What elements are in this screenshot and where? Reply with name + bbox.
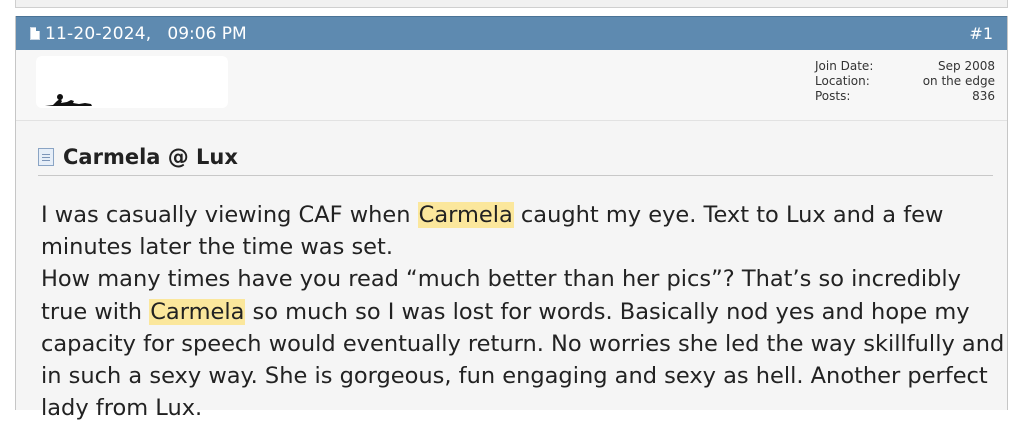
location-label: Location: [815,74,870,88]
post-number-link[interactable]: #1 [969,24,1007,43]
post-title: Carmela @ Lux [63,145,238,169]
post-header: 11-20-2024, 09:06 PM #1 [16,16,1007,50]
message-text: I was casually viewing CAF when [41,202,418,228]
post-date: 11-20-2024, [45,23,152,44]
post-title-row: Carmela @ Lux [38,139,993,176]
highlighted-term: Carmela [149,298,246,325]
document-icon [38,148,54,166]
join-date-label: Join Date: [815,59,874,73]
document-icon [30,27,40,40]
post-message: I was casually viewing CAF when Carmela … [41,199,1011,424]
message-paragraph: How many times have you read “much bette… [41,263,1011,424]
post-time: 09:06 PM [167,23,247,44]
post-datetime: 11-20-2024, 09:06 PM [16,24,247,44]
user-stats: Join Date: Sep 2008 Location: on the edg… [815,59,995,104]
location-value: on the edge [922,74,995,88]
forum-post: 11-20-2024, 09:06 PM #1 Join Date: Sep 2… [15,16,1008,421]
previous-panel-edge [15,0,1008,8]
user-info-bar: Join Date: Sep 2008 Location: on the edg… [16,50,1007,121]
join-date-value: Sep 2008 [938,59,995,73]
avatar[interactable] [43,92,95,108]
highlighted-term: Carmela [417,202,514,228]
posts-count: 836 [972,89,995,103]
message-paragraph: I was casually viewing CAF when Carmela … [41,199,1011,263]
posts-label: Posts: [815,89,851,103]
